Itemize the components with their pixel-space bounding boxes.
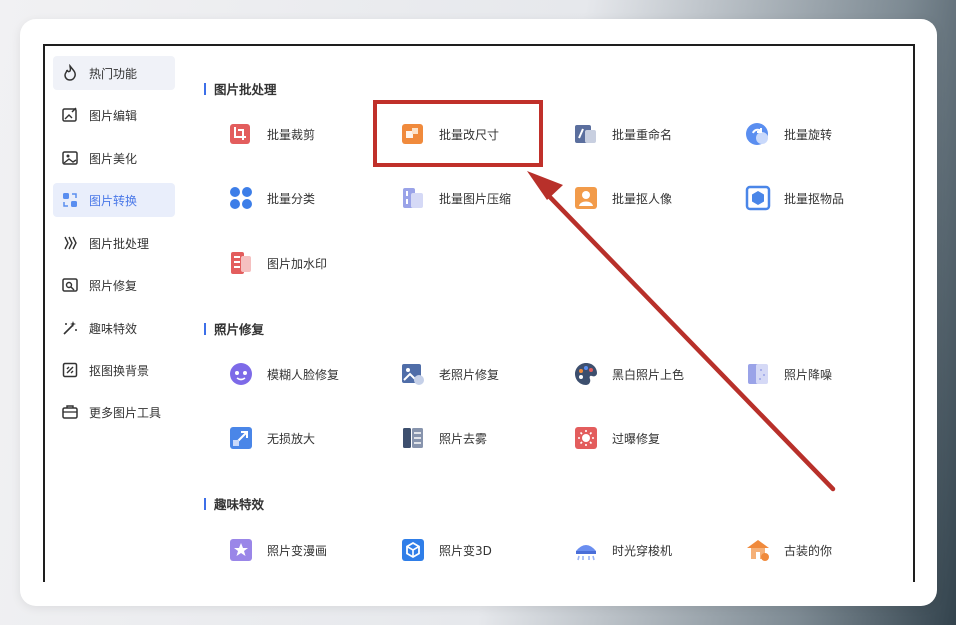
portrait-cutout-icon — [573, 185, 599, 211]
sidebar-item-cutout[interactable]: 抠图换背景 — [53, 353, 175, 387]
section-bar — [204, 497, 206, 510]
sidebar-item-label: 热门功能 — [89, 66, 138, 81]
tool-label: 批量重命名 — [612, 127, 673, 142]
magic-wand-icon — [61, 319, 79, 337]
sidebar-item-label: 更多图片工具 — [89, 405, 162, 420]
section-title-text: 照片修复 — [214, 322, 265, 337]
tool-batch-rename[interactable]: 批量重命名 — [573, 119, 672, 149]
tool-label: 老照片修复 — [439, 367, 500, 382]
compress-icon — [400, 185, 426, 211]
crop-icon — [228, 121, 254, 147]
grid-dots-icon — [228, 185, 254, 211]
sidebar-item-batch[interactable]: 图片批处理 — [53, 226, 175, 260]
tool-batch-rotate[interactable]: 批量旋转 — [745, 119, 832, 149]
tool-batch-cutout-portrait[interactable]: 批量抠人像 — [573, 183, 672, 213]
section-title-repair: 照片修复 — [204, 319, 264, 338]
sidebar-item-label: 图片批处理 — [89, 236, 150, 251]
tool-old-photo-repair[interactable]: 老照片修复 — [400, 359, 499, 389]
tool-photo-to-comic[interactable]: 照片变漫画 — [228, 535, 327, 565]
sidebar-item-more-tools[interactable]: 更多图片工具 — [53, 395, 175, 429]
toolbox-icon — [61, 403, 79, 421]
tool-label: 图片加水印 — [267, 256, 328, 271]
section-bar — [204, 82, 206, 95]
section-title-text: 图片批处理 — [214, 82, 277, 97]
tool-denoise[interactable]: 照片降噪 — [745, 359, 832, 389]
comic-icon — [228, 537, 254, 563]
section-title-fun: 趣味特效 — [204, 494, 264, 513]
convert-icon — [61, 191, 79, 209]
tool-label: 照片变3D — [439, 543, 492, 558]
dehaze-icon — [400, 425, 426, 451]
tool-watermark[interactable]: 图片加水印 — [228, 248, 327, 278]
sidebar-item-label: 照片修复 — [89, 278, 138, 293]
sidebar-item-label: 图片转换 — [89, 193, 138, 208]
tool-batch-compress[interactable]: 批量图片压缩 — [400, 183, 511, 213]
tool-label: 批量抠物品 — [784, 191, 845, 206]
object-cutout-icon — [745, 185, 771, 211]
watermark-icon — [228, 250, 254, 276]
tool-label: 过曝修复 — [612, 431, 661, 446]
sidebar: 热门功能 图片编辑 图片美化 图片转换 图片批处理 照片修复 趣味特效 抠图换背… — [45, 46, 185, 582]
pavilion-icon — [745, 537, 771, 563]
section-title-text: 趣味特效 — [214, 497, 265, 512]
face-icon — [228, 361, 254, 387]
sidebar-item-hot[interactable]: 热门功能 — [53, 56, 175, 90]
sidebar-item-label: 图片美化 — [89, 151, 138, 166]
highlight-box — [373, 100, 543, 167]
tool-batch-crop[interactable]: 批量裁剪 — [228, 119, 315, 149]
tool-batch-classify[interactable]: 批量分类 — [228, 183, 315, 213]
photo-repair-icon — [61, 276, 79, 294]
tool-label: 照片降噪 — [784, 367, 833, 382]
palette-icon — [573, 361, 599, 387]
tool-batch-cutout-object[interactable]: 批量抠物品 — [745, 183, 844, 213]
rename-icon — [573, 121, 599, 147]
sidebar-item-repair[interactable]: 照片修复 — [53, 268, 175, 302]
upscale-icon — [228, 425, 254, 451]
sun-icon — [573, 425, 599, 451]
tool-label: 时光穿梭机 — [612, 543, 673, 558]
sidebar-item-label: 抠图换背景 — [89, 363, 150, 378]
denoise-icon — [745, 361, 771, 387]
sidebar-item-fun[interactable]: 趣味特效 — [53, 311, 175, 345]
sidebar-item-beautify[interactable]: 图片美化 — [53, 141, 175, 175]
image-beautify-icon — [61, 149, 79, 167]
tool-label: 黑白照片上色 — [612, 367, 685, 382]
tool-photo-to-3d[interactable]: 照片变3D — [400, 535, 492, 565]
tool-face-repair[interactable]: 模糊人脸修复 — [228, 359, 339, 389]
tool-label: 批量图片压缩 — [439, 191, 512, 206]
tool-colorize[interactable]: 黑白照片上色 — [573, 359, 684, 389]
tool-label: 无损放大 — [267, 431, 316, 446]
section-bar — [204, 322, 206, 335]
flame-icon — [61, 64, 79, 82]
old-photo-icon — [400, 361, 426, 387]
tool-overexposure-repair[interactable]: 过曝修复 — [573, 423, 660, 453]
sidebar-item-label: 图片编辑 — [89, 108, 138, 123]
sidebar-item-convert[interactable]: 图片转换 — [53, 183, 175, 217]
rotate-icon — [745, 121, 771, 147]
tool-label: 批量抠人像 — [612, 191, 673, 206]
tool-label: 照片去雾 — [439, 431, 488, 446]
batch-icon — [61, 234, 79, 252]
tool-label: 照片变漫画 — [267, 543, 328, 558]
tool-time-machine[interactable]: 时光穿梭机 — [573, 535, 672, 565]
cutout-icon — [61, 361, 79, 379]
app-screen: 热门功能 图片编辑 图片美化 图片转换 图片批处理 照片修复 趣味特效 抠图换背… — [43, 44, 915, 582]
section-title-batch: 图片批处理 — [204, 79, 277, 98]
image-edit-icon — [61, 106, 79, 124]
time-machine-icon — [573, 537, 599, 563]
tool-label: 批量裁剪 — [267, 127, 316, 142]
tool-label: 批量旋转 — [784, 127, 833, 142]
tool-label: 古装的你 — [784, 543, 833, 558]
tool-label: 模糊人脸修复 — [267, 367, 340, 382]
tool-label: 批量分类 — [267, 191, 316, 206]
sidebar-item-edit[interactable]: 图片编辑 — [53, 98, 175, 132]
tool-ancient-costume[interactable]: 古装的你 — [745, 535, 832, 565]
tool-dehaze[interactable]: 照片去雾 — [400, 423, 487, 453]
tool-upscale[interactable]: 无损放大 — [228, 423, 315, 453]
cube-3d-icon — [400, 537, 426, 563]
sidebar-item-label: 趣味特效 — [89, 321, 138, 336]
